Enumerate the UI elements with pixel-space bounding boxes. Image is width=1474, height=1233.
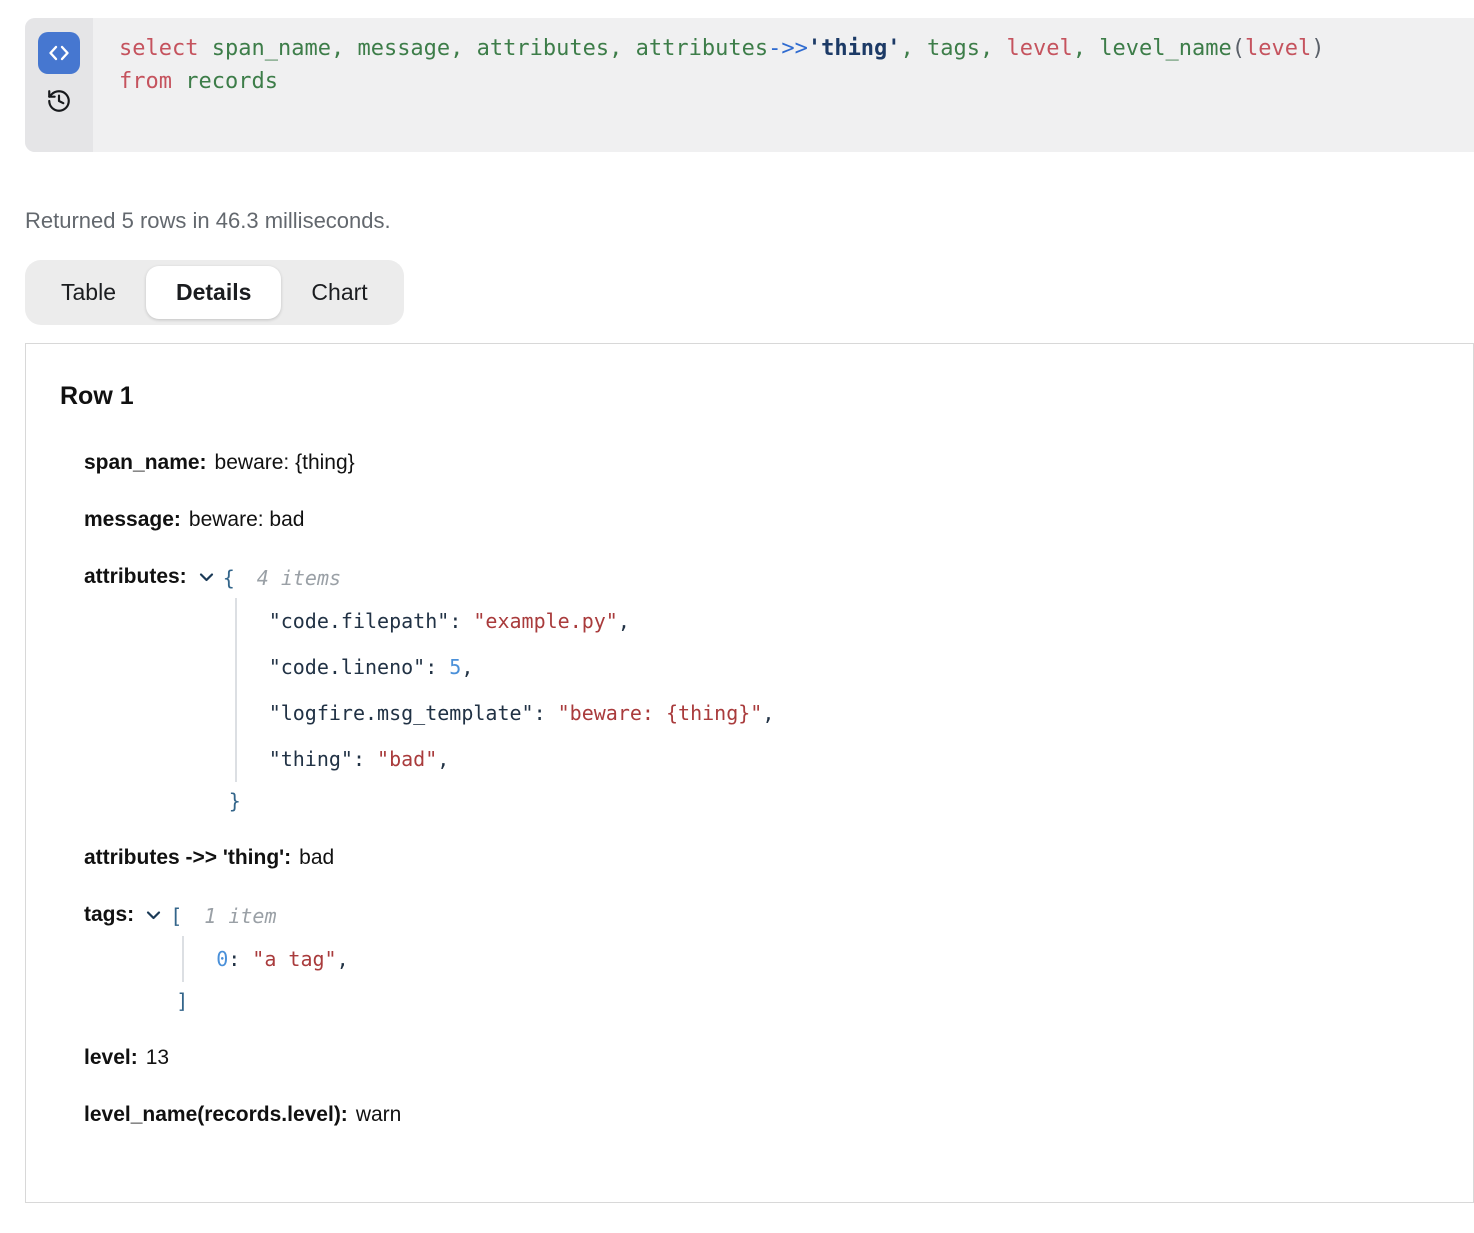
sql-token: ->> bbox=[768, 36, 808, 61]
sql-token: , bbox=[609, 36, 636, 61]
sql-token: level bbox=[1007, 36, 1073, 61]
sql-token: from bbox=[119, 69, 172, 94]
field-span_name: span_name: beware: {thing} bbox=[84, 451, 1453, 475]
sql-token: span_name bbox=[212, 36, 331, 61]
sql-token: select bbox=[119, 36, 198, 61]
item-count: 4 items bbox=[257, 566, 341, 590]
tab-chart[interactable]: Chart bbox=[281, 266, 397, 319]
sql-token: level bbox=[1245, 36, 1311, 61]
result-view-tabs: TableDetailsChart bbox=[25, 260, 404, 325]
json-colon: : bbox=[353, 747, 365, 771]
sql-token: 'thing' bbox=[808, 36, 901, 61]
json-comma: , bbox=[762, 701, 774, 725]
sql-token bbox=[172, 69, 185, 94]
json-comma: , bbox=[618, 609, 630, 633]
json-entry: "code.filepath": "example.py", bbox=[269, 598, 775, 644]
field-label: span_name: bbox=[84, 451, 207, 474]
field-label: attributes: bbox=[84, 565, 187, 589]
field-value: 13 bbox=[146, 1046, 169, 1069]
code-icon bbox=[47, 41, 71, 65]
json-tree-body: 0: "a tag", bbox=[182, 936, 348, 982]
json-colon: : bbox=[228, 947, 240, 971]
sql-query-input[interactable]: select span_name, message, attributes, a… bbox=[93, 18, 1474, 152]
field-level_name: level_name(records.level): warn bbox=[84, 1103, 1453, 1127]
sql-mode-button[interactable] bbox=[38, 32, 80, 74]
query-editor-gutter bbox=[25, 18, 93, 152]
sql-token: , bbox=[450, 36, 477, 61]
field-value: beware: {thing} bbox=[215, 451, 355, 474]
field-message: message: beware: bad bbox=[84, 508, 1453, 532]
sql-token: attributes bbox=[636, 36, 768, 61]
json-value: 5 bbox=[449, 655, 461, 679]
close-brace: } bbox=[229, 782, 775, 820]
sql-token: ) bbox=[1311, 36, 1324, 61]
json-colon: : bbox=[425, 655, 437, 679]
json-colon: : bbox=[534, 701, 546, 725]
row-fields: span_name: beware: {thing} message: beware:… bbox=[84, 451, 1453, 1127]
row-title: Row 1 bbox=[60, 382, 1453, 411]
sql-token: tags bbox=[927, 36, 980, 61]
sql-token bbox=[198, 36, 211, 61]
field-level: level: 13 bbox=[84, 1046, 1453, 1070]
open-brace: [ bbox=[170, 904, 182, 928]
field-label: attributes ->> 'thing': bbox=[84, 846, 291, 869]
details-panel: Row 1 span_name: beware: {thing} message: b… bbox=[25, 343, 1474, 1203]
field-attributes: attributes: {4 items "code.filepath": "exam… bbox=[84, 565, 1453, 820]
sql-token: , bbox=[331, 36, 358, 61]
sql-token: , bbox=[901, 36, 928, 61]
open-brace: { bbox=[223, 566, 235, 590]
json-key: "logfire.msg_template" bbox=[269, 701, 534, 725]
json-entry: "thing": "bad", bbox=[269, 736, 775, 782]
query-history-button[interactable] bbox=[44, 86, 74, 116]
json-value: "bad" bbox=[377, 747, 437, 771]
json-entry: "code.lineno":5, bbox=[269, 644, 775, 690]
json-key: "thing" bbox=[269, 747, 353, 771]
field-tags: tags: [1 item 0: "a tag",] bbox=[84, 903, 1453, 1020]
tab-table[interactable]: Table bbox=[31, 266, 146, 319]
json-key: 0 bbox=[216, 947, 228, 971]
field-value: beware: bad bbox=[189, 508, 305, 531]
field-label: level_name(records.level): bbox=[84, 1103, 348, 1126]
query-result-status: Returned 5 rows in 46.3 milliseconds. bbox=[25, 208, 1474, 234]
json-comma: , bbox=[437, 747, 449, 771]
field-value: bad bbox=[299, 846, 334, 869]
json-colon: : bbox=[449, 609, 461, 633]
json-tree-body: "code.filepath":"example.py","code.linen… bbox=[235, 598, 775, 782]
json-tree-head: {4 items bbox=[223, 565, 775, 592]
close-brace: ] bbox=[176, 982, 348, 1020]
collapse-chevron-icon[interactable] bbox=[199, 572, 214, 582]
item-count: 1 item bbox=[204, 904, 276, 928]
sql-token: , bbox=[1073, 36, 1100, 61]
json-value: "example.py" bbox=[473, 609, 618, 633]
field-label: tags: bbox=[84, 903, 134, 927]
sql-token: level_name bbox=[1099, 36, 1231, 61]
json-value: "beware: {thing}" bbox=[558, 701, 763, 725]
sql-token: ( bbox=[1232, 36, 1245, 61]
json-value: "a tag" bbox=[252, 947, 336, 971]
field-label: message: bbox=[84, 508, 181, 531]
sql-token: attributes bbox=[477, 36, 609, 61]
json-comma: , bbox=[337, 947, 349, 971]
field-value: warn bbox=[356, 1103, 402, 1126]
collapse-chevron-icon[interactable] bbox=[146, 910, 161, 920]
sql-line: select span_name, message, attributes, a… bbox=[119, 32, 1464, 65]
field-attributes-thing: attributes ->> 'thing': bad bbox=[84, 846, 1453, 870]
sql-token: message bbox=[357, 36, 450, 61]
sql-line: from records bbox=[119, 65, 1464, 98]
json-key: "code.lineno" bbox=[269, 655, 426, 679]
json-tree: {4 items"code.filepath":"example.py","co… bbox=[223, 565, 775, 820]
json-entry: "logfire.msg_template": "beware: {thing}"… bbox=[269, 690, 775, 736]
json-key: "code.filepath" bbox=[269, 609, 450, 633]
json-tree-head: [1 item bbox=[170, 903, 348, 930]
field-label: level: bbox=[84, 1046, 138, 1069]
query-editor[interactable]: select span_name, message, attributes, a… bbox=[25, 18, 1474, 152]
sql-token: , bbox=[980, 36, 1007, 61]
json-comma: , bbox=[461, 655, 473, 679]
tab-details[interactable]: Details bbox=[146, 266, 281, 319]
json-entry: 0: "a tag", bbox=[216, 936, 348, 982]
sql-token: records bbox=[185, 69, 278, 94]
history-icon bbox=[46, 88, 72, 114]
json-tree: [1 item 0: "a tag",] bbox=[170, 903, 348, 1020]
